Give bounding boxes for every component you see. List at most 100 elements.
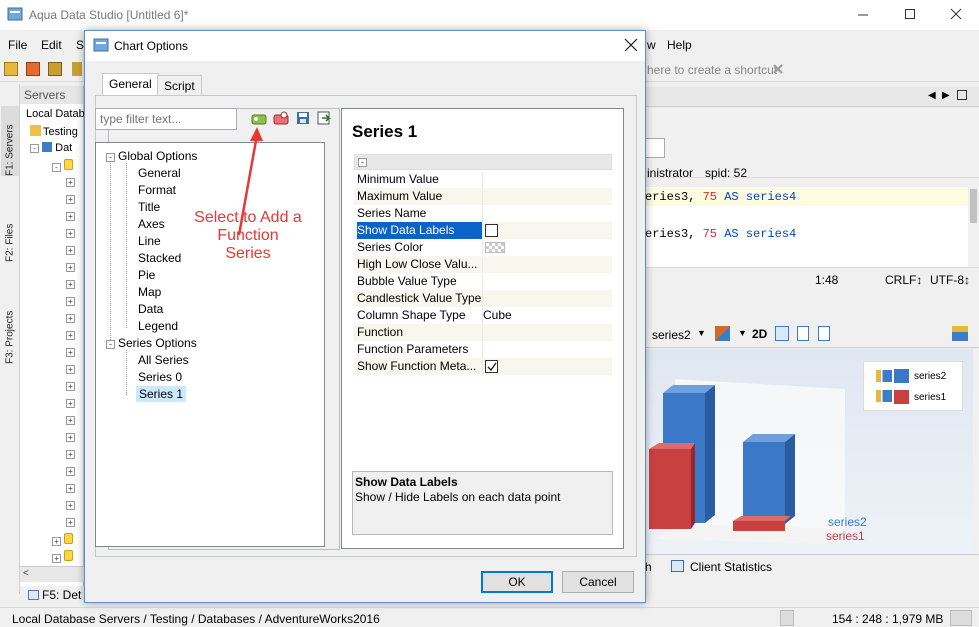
chart-type-icon[interactable] [715, 326, 730, 341]
collapse-series-icon[interactable]: - [106, 340, 115, 349]
tab-files[interactable]: F2: Files [1, 202, 19, 262]
db-row[interactable]: + [66, 465, 75, 477]
show-function-meta-checkbox[interactable] [485, 360, 498, 373]
tree-item-stacked[interactable]: Stacked [138, 251, 181, 265]
property-row[interactable]: Function Parameters [354, 341, 612, 358]
chart-area[interactable]: series2 series1 series2 series1 [645, 349, 973, 554]
property-row[interactable]: Series Color [354, 239, 612, 256]
menu-partial-w[interactable]: w [647, 38, 656, 52]
next-tab-icon[interactable]: ▶ [942, 90, 950, 101]
db-row[interactable]: + [52, 533, 74, 547]
db-row[interactable]: + [66, 414, 75, 426]
maximize-icon[interactable] [903, 6, 917, 22]
tree-item-format[interactable]: Format [138, 183, 176, 197]
db-row[interactable]: + [66, 193, 75, 205]
tab-script[interactable]: Script [157, 75, 202, 95]
tab-partial-h[interactable]: h [645, 560, 652, 574]
encoding[interactable]: UTF-8↕ [930, 273, 970, 287]
show-data-labels-checkbox[interactable] [485, 224, 498, 237]
tree-item-all-series[interactable]: All Series [138, 353, 189, 367]
details-tab[interactable]: F5: Det [28, 588, 81, 602]
db-row[interactable]: + [66, 346, 75, 358]
tree-item-series-0[interactable]: Series 0 [138, 370, 182, 384]
chart-option-icon[interactable] [775, 326, 789, 341]
editor-vscroll[interactable] [968, 187, 979, 267]
toolbar-query-icon[interactable] [26, 62, 40, 76]
tab-list-icon[interactable] [957, 90, 967, 100]
collapse-properties-icon[interactable]: - [358, 158, 367, 167]
property-row[interactable]: High Low Close Valu... [354, 256, 612, 273]
db-row[interactable]: + [66, 261, 75, 273]
property-row[interactable]: Maximum Value [354, 188, 612, 205]
tab-servers[interactable]: F1: Servers [1, 106, 19, 176]
filter-input[interactable] [95, 108, 237, 130]
tab-client-statistics[interactable]: Client Statistics [690, 560, 772, 574]
export-icon[interactable] [316, 110, 332, 126]
tree-item-pie[interactable]: Pie [138, 268, 155, 282]
add-function-series-icon[interactable] [251, 111, 267, 125]
chart-option-icon[interactable] [818, 326, 830, 341]
close-window-icon[interactable] [949, 6, 963, 22]
db-row[interactable]: - [52, 159, 74, 173]
property-row[interactable]: Series Name [354, 205, 612, 222]
status-gc-button[interactable] [780, 610, 794, 626]
db-row[interactable]: + [66, 482, 75, 494]
db-row[interactable]: + [66, 329, 75, 341]
tab-projects[interactable]: F3: Projects [1, 289, 19, 364]
toolbar-new-icon[interactable] [4, 62, 18, 76]
connection-field[interactable] [645, 138, 665, 158]
db-row[interactable]: + [66, 210, 75, 222]
db-row[interactable]: + [52, 550, 74, 564]
toggle-2d[interactable]: 2D [752, 327, 767, 341]
remove-series-icon[interactable] [273, 111, 289, 125]
tree-global-options[interactable]: Global Options [118, 149, 197, 163]
db-row[interactable]: + [66, 295, 75, 307]
tree-item-legend[interactable]: Legend [138, 319, 178, 333]
ok-button[interactable]: OK [481, 571, 553, 593]
tree-item-series-1[interactable]: Series 1 [136, 386, 187, 402]
property-row[interactable]: Column Shape Type Cube [354, 307, 612, 324]
db-row[interactable]: + [66, 397, 75, 409]
property-row[interactable]: Minimum Value [354, 171, 612, 188]
toolbar-tool-icon[interactable] [72, 62, 82, 76]
series-color-swatch[interactable] [485, 242, 505, 253]
menu-edit[interactable]: Edit [41, 38, 62, 52]
toolbar-grid-icon[interactable] [48, 62, 62, 76]
chart-settings-icon[interactable] [952, 326, 968, 341]
chevron-down-icon[interactable]: ▼ [738, 328, 747, 338]
db-row[interactable]: + [66, 278, 75, 290]
minimize-icon[interactable] [856, 6, 870, 22]
db-row[interactable]: + [66, 244, 75, 256]
db-row[interactable]: + [66, 176, 75, 188]
chart-option-icon[interactable] [797, 326, 809, 341]
db-row[interactable]: + [66, 448, 75, 460]
options-tree[interactable]: - Global Options General Format Title Ax… [95, 142, 325, 547]
db-row[interactable]: + [66, 516, 75, 528]
db-row[interactable]: + [66, 227, 75, 239]
cancel-button[interactable]: Cancel [562, 571, 634, 593]
property-row[interactable]: Show Function Meta... [354, 358, 612, 375]
menu-help[interactable]: Help [667, 38, 692, 52]
server-item-local[interactable]: Local Datab [26, 108, 85, 120]
db-row[interactable]: + [66, 363, 75, 375]
servers-hscroll[interactable]: < [20, 566, 84, 582]
chevron-down-icon[interactable]: ▼ [697, 328, 706, 338]
property-row-selected[interactable]: Show Data Labels [354, 222, 612, 239]
db-row[interactable]: + [66, 312, 75, 324]
tree-series-options[interactable]: Series Options [118, 336, 197, 350]
tree-item-title[interactable]: Title [138, 200, 160, 214]
property-row[interactable]: Candlestick Value Type [354, 290, 612, 307]
save-icon[interactable] [296, 111, 310, 125]
db-row[interactable]: + [66, 380, 75, 392]
tree-item-data[interactable]: Data [138, 302, 163, 316]
tree-item-line[interactable]: Line [138, 234, 161, 248]
property-row[interactable]: Function [354, 324, 612, 341]
tab-general[interactable]: General [102, 73, 159, 96]
tree-item-general[interactable]: General [138, 166, 181, 180]
db-row[interactable]: + [66, 499, 75, 511]
line-ending[interactable]: CRLF↕ [885, 273, 922, 287]
db-row[interactable]: + [66, 431, 75, 443]
property-row[interactable]: Bubble Value Type [354, 273, 612, 290]
tree-item-map[interactable]: Map [138, 285, 161, 299]
close-icon[interactable] [624, 38, 638, 52]
